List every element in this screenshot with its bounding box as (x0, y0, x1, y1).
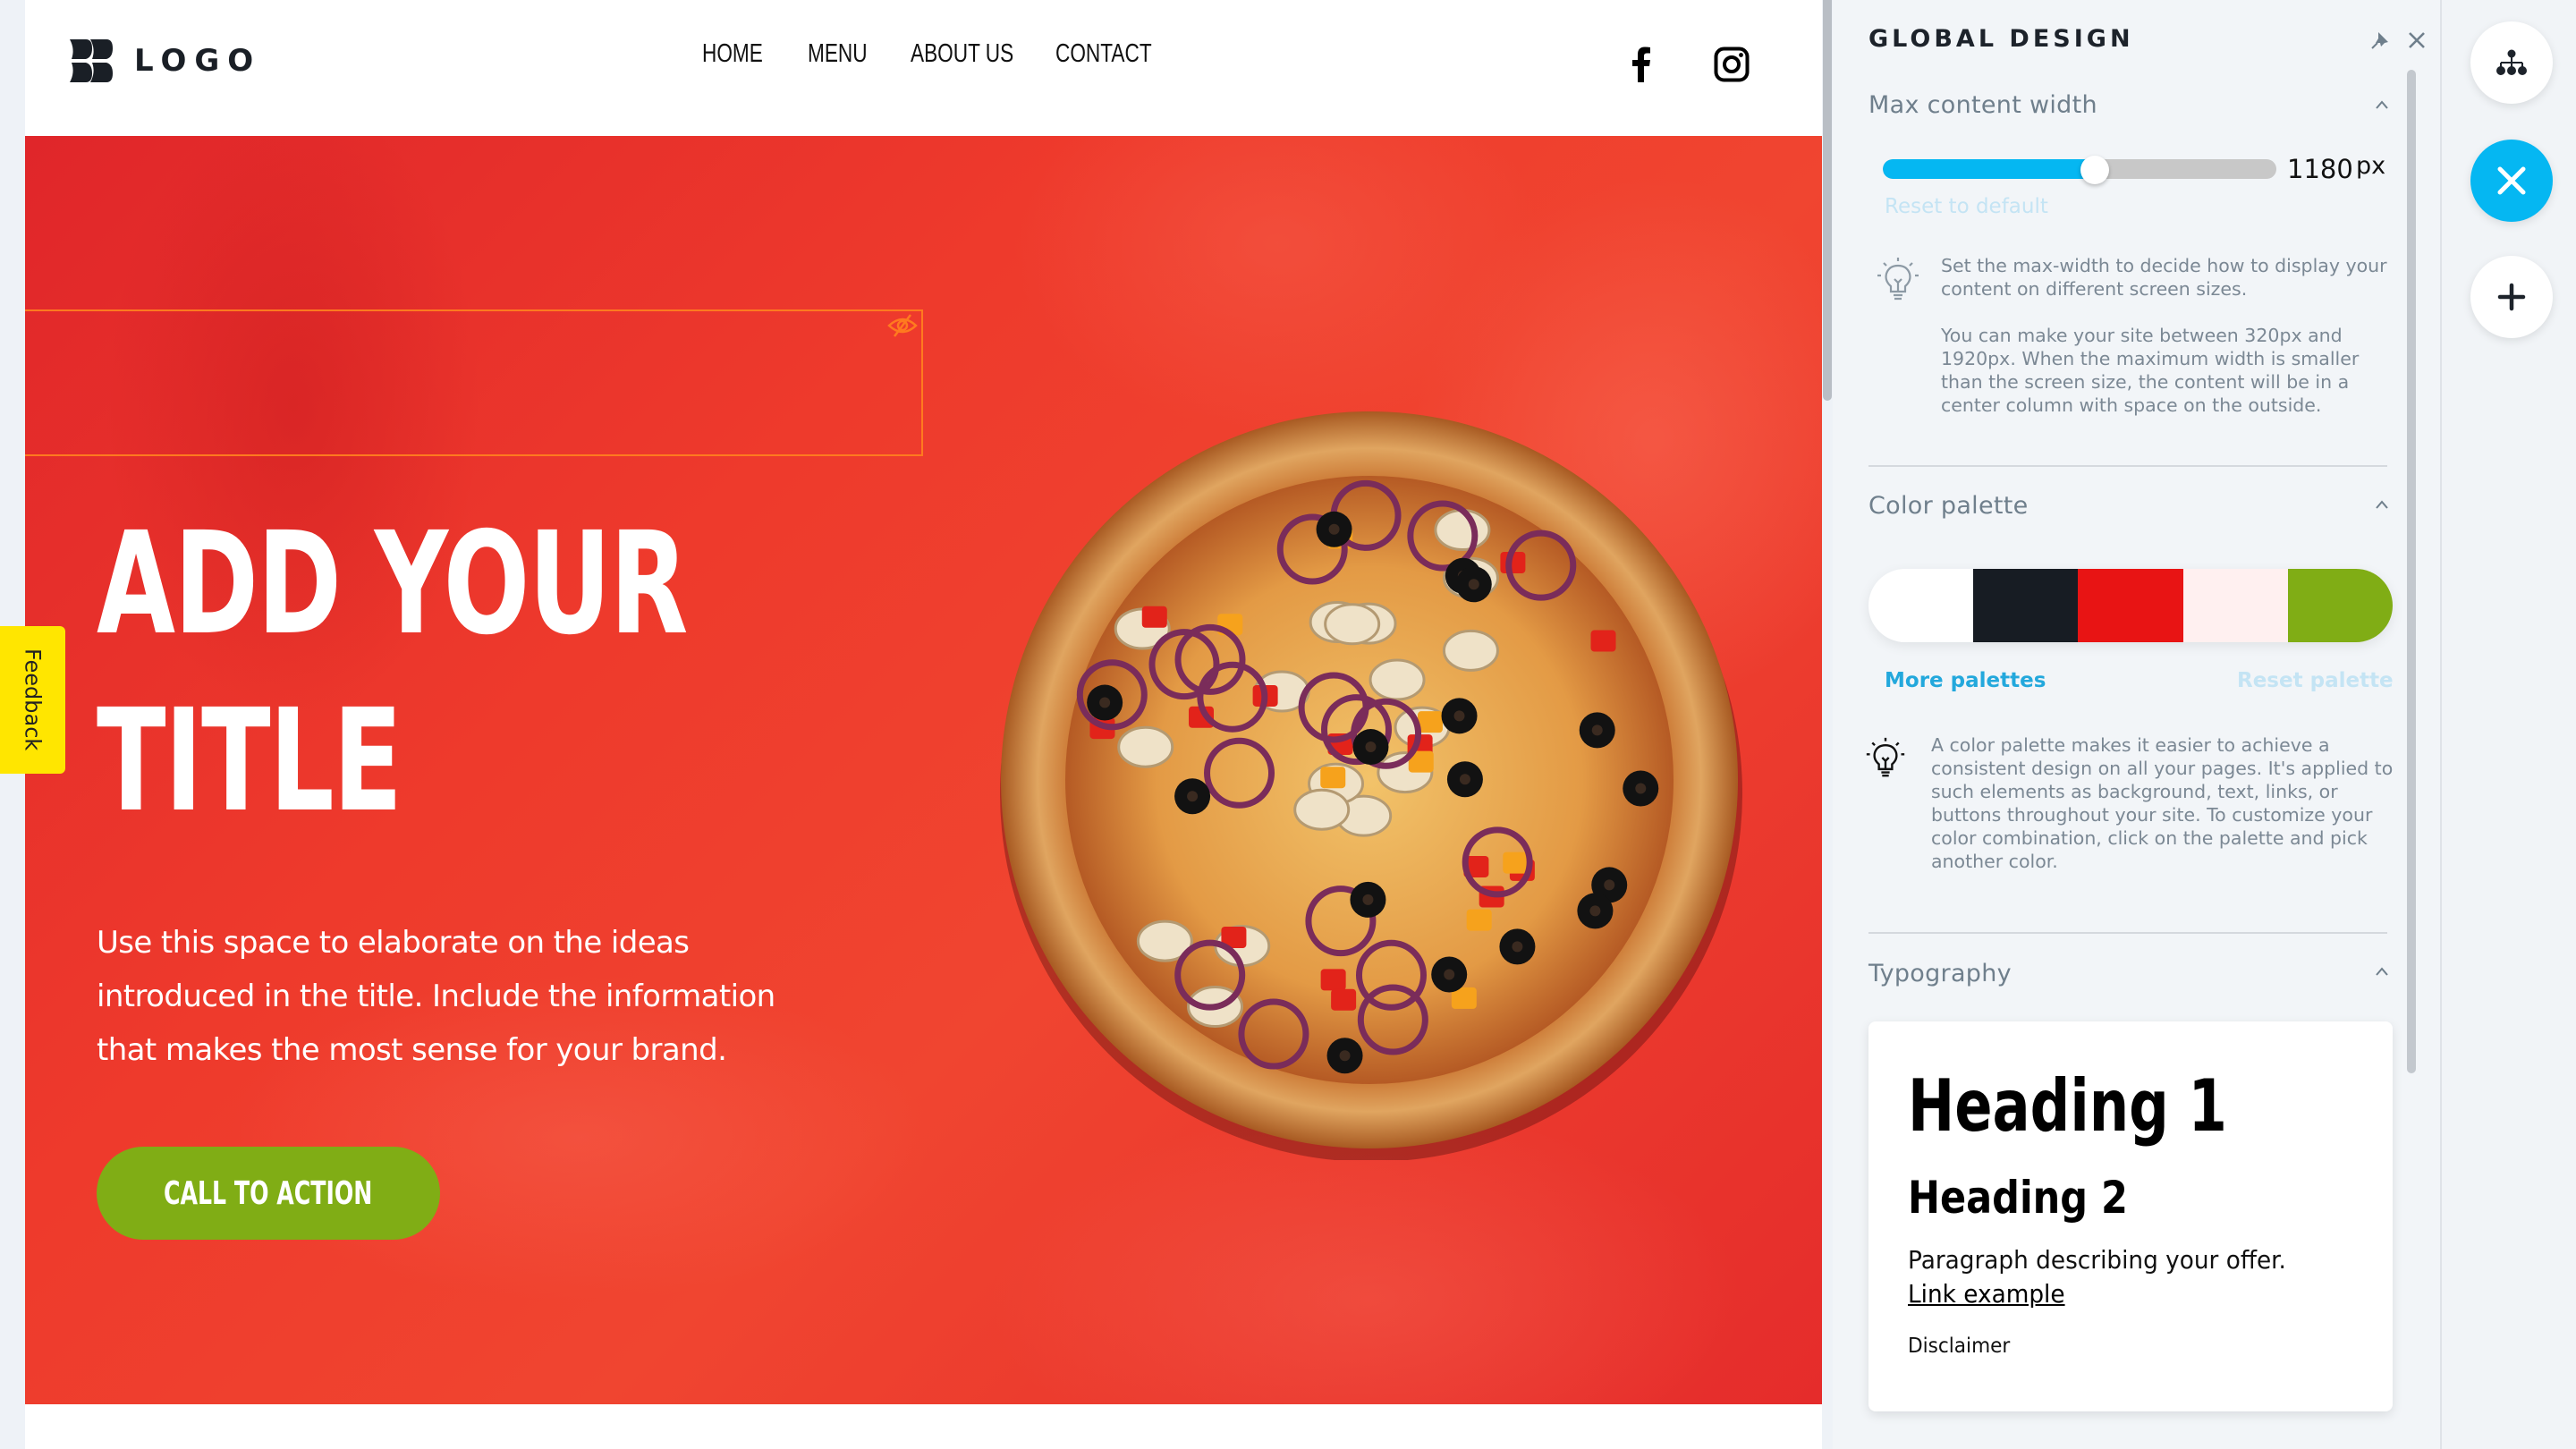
sitemap-button[interactable] (2470, 21, 2553, 104)
pizza-image[interactable] (989, 400, 1750, 1160)
typography-link: Link example (1908, 1279, 2065, 1309)
hero-section[interactable]: ADD YOUR TITLE Use this space to elabora… (25, 136, 1822, 1404)
nav-contact[interactable]: CONTACT (1055, 39, 1152, 69)
panel-title: GLOBAL DESIGN (1868, 25, 2134, 53)
chevron-up-icon[interactable] (2374, 99, 2390, 110)
call-to-action-button[interactable]: CALL TO ACTION (97, 1147, 440, 1240)
nav-menu[interactable]: MENU (808, 39, 888, 69)
reset-palette-button[interactable]: Reset palette (2237, 669, 2394, 692)
lightbulb-icon (1877, 258, 1919, 301)
section-title-max-width[interactable]: Max content width (1868, 91, 2097, 119)
add-button[interactable] (2470, 256, 2553, 338)
swatch-1[interactable] (1868, 569, 1974, 642)
canvas-scrollbar-thumb[interactable] (1823, 0, 1832, 401)
design-tools-button[interactable] (2470, 140, 2553, 222)
hero-title-line-2: TITLE (97, 679, 402, 843)
swatch-4[interactable] (2182, 569, 2288, 642)
lightbulb-icon (1866, 737, 1905, 777)
nav-home[interactable]: HOME (702, 39, 784, 69)
logo-mark-icon (70, 39, 113, 82)
slider-handle[interactable] (2080, 156, 2109, 184)
site-header: LOGO HOME MENU ABOUT US CONTACT (25, 0, 1822, 136)
chevron-up-icon[interactable] (2374, 499, 2390, 510)
feedback-label: Feedback (20, 648, 46, 751)
hero-paragraph[interactable]: Use this space to elaborate on the ideas… (97, 916, 839, 1077)
slider-fill (1883, 159, 2095, 179)
logo-text: LOGO (134, 43, 262, 79)
facebook-icon[interactable] (1631, 47, 1652, 82)
hidden-element-outline[interactable] (25, 309, 923, 456)
swatch-5[interactable] (2287, 569, 2393, 642)
instagram-icon[interactable] (1714, 47, 1750, 82)
slider-value: 1180 (2287, 154, 2353, 184)
section-title-color-palette[interactable]: Color palette (1868, 492, 2029, 520)
call-to-action-label: CALL TO ACTION (164, 1174, 373, 1212)
nav-about-us[interactable]: ABOUT US (911, 39, 1023, 69)
close-icon[interactable] (2408, 31, 2426, 49)
typography-disclaimer: Disclaimer (1908, 1335, 2011, 1358)
hero-title-line-1: ADD YOUR (97, 502, 688, 666)
color-palette-bar[interactable] (1868, 569, 2393, 642)
max-width-help-2: You can make your site between 320px and… (1941, 325, 2360, 416)
pin-icon[interactable] (2370, 30, 2390, 50)
typography-heading-2: Heading 2 (1908, 1172, 2128, 1224)
feedback-tab[interactable]: Feedback (0, 626, 65, 774)
site-nav: HOME MENU ABOUT US CONTACT (702, 39, 1163, 69)
typography-paragraph: Paragraph describing your offer. (1908, 1245, 2286, 1275)
site-canvas[interactable]: LOGO HOME MENU ABOUT US CONTACT ADD YOUR… (25, 0, 1822, 1449)
design-tools-icon (2497, 166, 2526, 195)
add-icon (2497, 283, 2526, 311)
typography-preview-card[interactable]: Heading 1 Heading 2 Paragraph describing… (1868, 1021, 2393, 1411)
slider-unit: px (2356, 152, 2386, 180)
section-divider (1868, 932, 2387, 934)
global-design-panel: GLOBAL DESIGN Max content width 1180 px … (1833, 0, 2440, 1449)
reset-to-default-button[interactable]: Reset to default (1885, 195, 2048, 218)
sitemap-icon (2496, 49, 2527, 75)
right-toolbar (2440, 0, 2576, 1449)
site-logo[interactable]: LOGO (68, 36, 261, 86)
max-width-help-1: Set the max-width to decide how to displ… (1941, 255, 2387, 300)
chevron-up-icon[interactable] (2374, 966, 2390, 977)
panel-scrollbar[interactable] (2407, 70, 2416, 1073)
swatch-3[interactable] (2078, 569, 2183, 642)
color-palette-help: A color palette makes it easier to achie… (1931, 734, 2394, 872)
swatch-2[interactable] (1973, 569, 2079, 642)
section-divider (1868, 465, 2387, 467)
section-title-typography[interactable]: Typography (1868, 960, 2012, 987)
hero-title[interactable]: ADD YOUR TITLE (97, 496, 688, 850)
typography-heading-1: Heading 1 (1908, 1064, 2227, 1148)
more-palettes-link[interactable]: More palettes (1885, 669, 2046, 692)
eye-off-icon[interactable] (887, 313, 918, 338)
